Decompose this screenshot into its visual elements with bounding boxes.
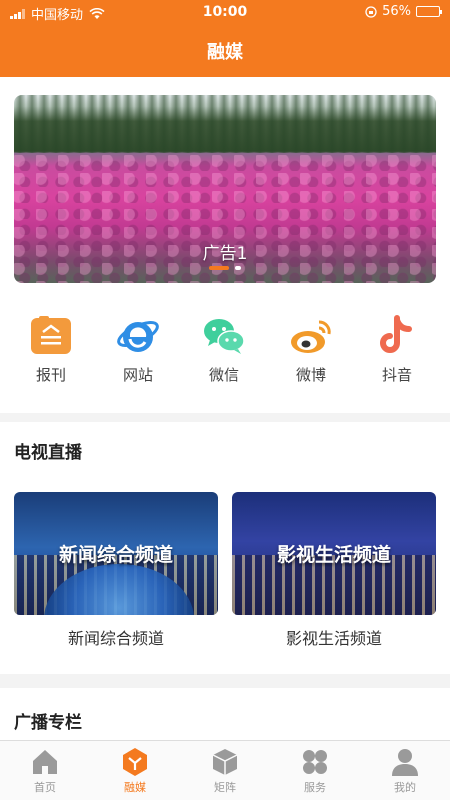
shortcut-label: 报刊 [35,366,66,384]
tab-label: 我的 [394,781,416,794]
cube-icon [212,749,238,775]
media-hub-icon [123,748,147,776]
radio-section: 广播专栏 [0,688,450,740]
tab-matrix[interactable]: 矩阵 [180,747,270,795]
shortcut-wechat[interactable]: 微信 [189,314,259,385]
tab-media[interactable]: 融媒 [90,747,180,795]
channel-name: 新闻综合频道 [67,629,164,648]
channel-card-film[interactable]: 影视生活频道 影视生活频道 [232,492,436,649]
shortcut-newspaper[interactable]: 报刊 [16,314,86,385]
section-title: 电视直播 [14,443,82,463]
tab-label: 服务 [304,781,326,794]
tab-label: 首页 [34,781,56,794]
shortcut-website[interactable]: 网站 [103,314,173,385]
ie-browser-icon [117,321,159,352]
bottom-tab-bar: 首页 融媒 矩阵 服务 我的 [0,740,450,800]
tab-label: 矩阵 [214,781,236,794]
tab-services[interactable]: 服务 [270,747,360,795]
page-title: 融媒 [207,42,243,63]
banner-card: 广告1 报刊 网站 微信 微博 抖音 [0,77,450,413]
shortcut-label: 微信 [208,366,239,384]
carousel-dot-active[interactable] [209,266,229,270]
shortcut-label: 微博 [295,366,326,384]
status-bar: 中国移动 10:00 56% [0,0,450,26]
tab-profile[interactable]: 我的 [360,747,450,795]
channel-thumbnail: 影视生活频道 [232,492,436,615]
shortcut-weibo[interactable]: 微博 [276,314,346,385]
home-icon [33,750,57,774]
channel-card-news[interactable]: 新闻综合频道 新闻综合频道 [14,492,218,649]
ad-banner-carousel[interactable]: 广告1 [14,95,436,283]
channel-thumb-title: 新闻综合频道 [58,544,173,566]
shortcut-row: 报刊 网站 微信 微博 抖音 [0,314,450,394]
carousel-indicator [14,266,436,270]
shortcut-label: 抖音 [381,366,412,384]
channel-name: 影视生活频道 [285,629,382,648]
weibo-icon [291,320,331,353]
tab-home[interactable]: 首页 [0,747,90,795]
channel-thumbnail: 新闻综合频道 [14,492,218,615]
orientation-lock-icon [365,5,377,18]
tab-label: 融媒 [124,781,146,794]
tv-live-section: 电视直播 新闻综合频道 新闻综合频道 影视生活频道 影视生活频道 [0,422,450,674]
shortcut-douyin[interactable]: 抖音 [362,314,432,385]
carousel-dot[interactable] [235,266,241,270]
battery-percent: 56% [382,4,411,19]
banner-image-trees [14,95,436,153]
section-title: 广播专栏 [14,713,82,733]
channel-thumb-title: 影视生活频道 [276,544,391,566]
douyin-icon [380,315,412,353]
services-grid-icon [303,750,327,774]
newspaper-icon [31,316,71,354]
wechat-icon [204,319,245,354]
user-icon [392,749,418,776]
app-header: 中国移动 10:00 56% 融媒 [0,0,450,77]
shortcut-label: 网站 [122,366,153,384]
status-right: 56% [365,4,442,19]
banner-caption: 广告1 [202,244,248,264]
battery-icon [416,6,442,17]
